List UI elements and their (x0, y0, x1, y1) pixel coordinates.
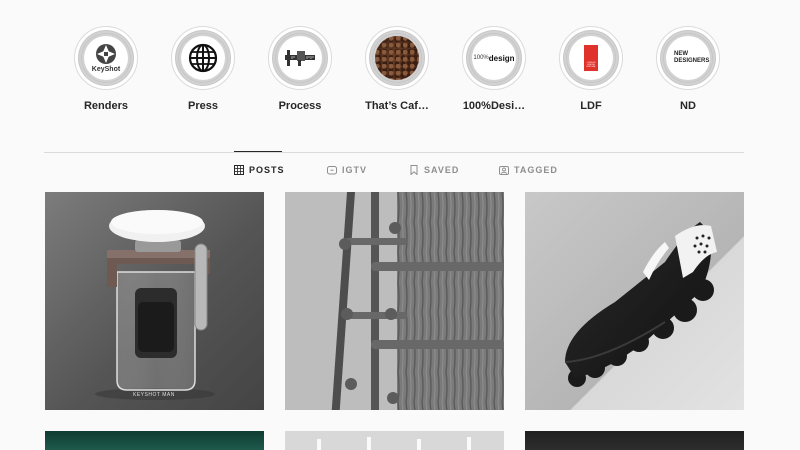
grid-icon (234, 165, 244, 175)
ldf-logo: LONDON DESIGN FESTIVAL (584, 45, 598, 71)
highlight-ring: LONDON DESIGN FESTIVAL (559, 26, 623, 90)
coffee-beans-image (375, 36, 419, 80)
highlight-label: Process (278, 100, 322, 112)
keyshot-logo-text: KeyShot (91, 66, 121, 73)
tab-igtv[interactable]: IGTV (327, 165, 367, 175)
active-tab-indicator (234, 151, 282, 152)
aperture-icon (96, 44, 116, 64)
highlight-ring (171, 26, 235, 90)
globe-icon-wrap (181, 36, 225, 80)
new-designers-logo: NEW DESIGNERS (666, 36, 710, 80)
profile-tabs: POSTS IGTV SAVED TAGGED (0, 165, 800, 179)
highlight-cover (175, 30, 231, 86)
post-tile-coat-rack[interactable] (285, 192, 504, 410)
post-tile-dark[interactable] (525, 431, 744, 450)
profile-divider (44, 152, 744, 153)
post-tile-sneaker[interactable] (525, 192, 744, 410)
highlight-cover (272, 30, 328, 86)
highlight-label: LDF (580, 100, 602, 112)
highlight-ring: KeyShot (74, 26, 138, 90)
highlight-renders[interactable]: KeyShot Renders (66, 26, 146, 112)
highlight-cover: NEW DESIGNERS (660, 30, 716, 86)
keyshot-logo: KeyShot (84, 36, 128, 80)
highlight-label: That’s Caf… (365, 100, 429, 112)
bookmark-icon (410, 165, 418, 175)
highlight-cover: KeyShot (78, 30, 134, 86)
ldf-logo-text: LONDON DESIGN FESTIVAL (586, 62, 596, 68)
story-highlights: KeyShot Renders Press Process That’s Caf… (0, 0, 800, 130)
globe-icon (188, 43, 218, 73)
highlight-ring: 100% design (462, 26, 526, 90)
post-tile-grey[interactable] (285, 431, 504, 450)
tab-tagged[interactable]: TAGGED (499, 165, 558, 175)
highlight-cover: 100% design (466, 30, 522, 86)
ldf-logo-wrap: LONDON DESIGN FESTIVAL (569, 36, 613, 80)
post-tile-coffee-press[interactable]: KEYSHOT MAN (45, 192, 264, 410)
highlight-ring (365, 26, 429, 90)
grey-post-image (317, 437, 471, 450)
highlight-press[interactable]: Press (163, 26, 243, 112)
coffee-press-image (95, 210, 215, 400)
tag-icon (499, 166, 509, 175)
tab-saved[interactable]: SAVED (409, 165, 459, 175)
tab-posts[interactable]: POSTS (234, 165, 285, 175)
highlight-ldf[interactable]: LONDON DESIGN FESTIVAL LDF (551, 26, 631, 112)
100design-logo: 100% design (472, 36, 516, 80)
highlight-process[interactable]: Process (260, 26, 340, 112)
highlight-nd[interactable]: NEW DESIGNERS ND (648, 26, 728, 112)
new-designers-logo-a: NEW (674, 51, 688, 57)
tab-posts-label: POSTS (249, 165, 285, 175)
highlight-thats-cafe[interactable]: That’s Caf… (357, 26, 437, 112)
tab-tagged-label: TAGGED (514, 165, 558, 175)
highlight-label: Renders (83, 100, 129, 112)
highlight-100-design[interactable]: 100% design 100%Desi… (454, 26, 534, 112)
highlight-cover: LONDON DESIGN FESTIVAL (563, 30, 619, 86)
coat-rack-image (285, 192, 504, 410)
post-caption: KEYSHOT MAN (133, 392, 175, 398)
post-tile-green[interactable] (45, 431, 264, 450)
caliper-icon (285, 50, 315, 66)
highlight-ring: NEW DESIGNERS (656, 26, 720, 90)
new-designers-logo-b: DESIGNERS (674, 58, 710, 64)
highlight-ring (268, 26, 332, 90)
igtv-icon (327, 166, 337, 175)
100design-logo-b: design (488, 53, 515, 63)
highlight-label: Press (188, 100, 218, 112)
sneaker-image (564, 222, 717, 387)
tab-igtv-label: IGTV (342, 165, 368, 175)
highlight-cover (369, 30, 425, 86)
tab-saved-label: SAVED (424, 165, 460, 175)
caliper-icon-wrap (278, 36, 322, 80)
highlight-label: ND (680, 100, 696, 112)
highlight-label: 100%Desi… (462, 100, 526, 112)
100design-logo-a: 100% (473, 55, 489, 61)
